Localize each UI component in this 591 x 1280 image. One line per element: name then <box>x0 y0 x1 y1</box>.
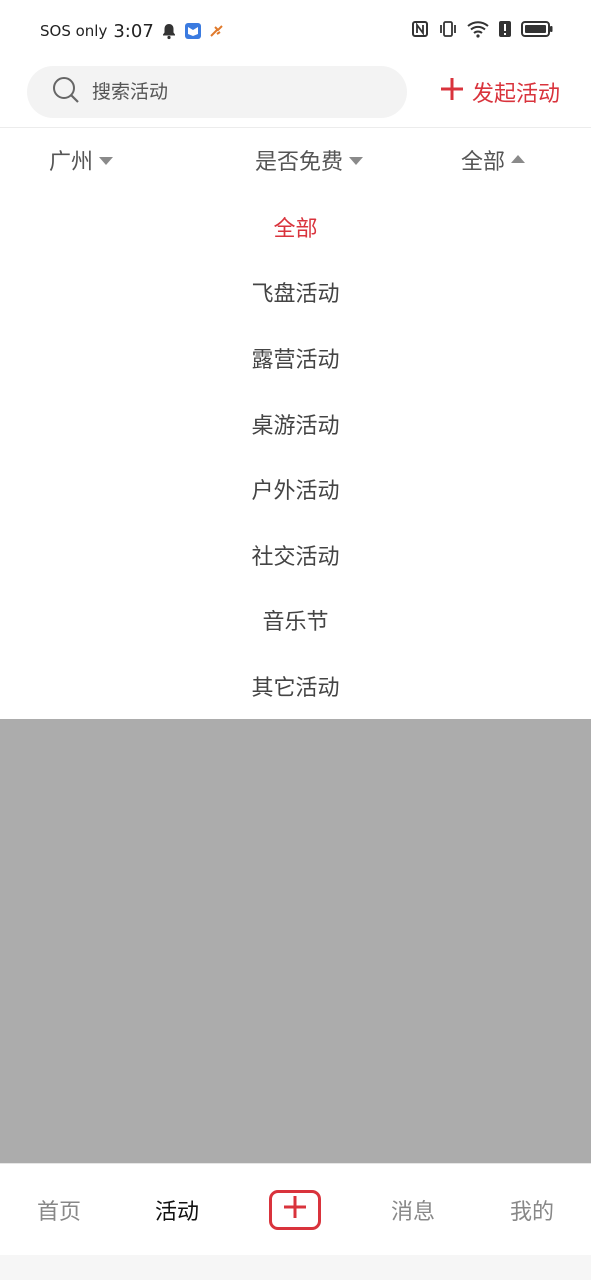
nav-activity[interactable]: 活动 <box>138 1164 216 1256</box>
free-filter[interactable]: 是否免费 <box>255 128 364 192</box>
plus-icon <box>282 1194 308 1226</box>
alert-icon <box>498 20 512 42</box>
add-box <box>269 1190 321 1230</box>
city-filter[interactable]: 广州 <box>49 128 114 192</box>
carrier-text: SOS only <box>40 22 108 40</box>
search-row: 发起活动 <box>0 66 591 118</box>
plus-icon <box>440 77 464 107</box>
nav-messages[interactable]: 消息 <box>374 1164 452 1256</box>
search-box[interactable] <box>27 66 407 118</box>
category-dropdown: 全部 飞盘活动 露营活动 桌游活动 户外活动 社交活动 音乐节 其它活动 <box>0 194 591 719</box>
city-filter-label: 广州 <box>49 150 94 175</box>
wifi-icon <box>467 20 489 42</box>
clock: 3:07 <box>113 20 154 42</box>
search-icon <box>52 76 80 108</box>
option-music-festival[interactable]: 音乐节 <box>0 588 591 654</box>
option-outdoor[interactable]: 户外活动 <box>0 456 591 522</box>
battery-icon <box>521 20 553 42</box>
bottom-nav: 首页 活动 消息 我的 <box>0 1163 591 1255</box>
search-input[interactable] <box>92 81 372 103</box>
status-left: SOS only 3:07 <box>40 21 226 42</box>
launch-activity-label: 发起活动 <box>472 82 561 107</box>
app-icon-2 <box>208 22 226 40</box>
nav-me[interactable]: 我的 <box>493 1164 571 1256</box>
caret-up-icon <box>511 155 526 163</box>
filter-bar: 广州 是否免费 全部 <box>0 128 591 192</box>
bell-icon <box>160 22 178 40</box>
category-filter-label: 全部 <box>461 150 506 175</box>
free-filter-label: 是否免费 <box>255 150 344 175</box>
option-boardgame[interactable]: 桌游活动 <box>0 391 591 457</box>
option-frisbee[interactable]: 飞盘活动 <box>0 260 591 326</box>
status-bar: SOS only 3:07 <box>0 0 591 62</box>
vibrate-icon <box>438 20 458 42</box>
category-filter[interactable]: 全部 <box>461 128 526 192</box>
option-all[interactable]: 全部 <box>0 194 591 260</box>
nfc-icon <box>411 20 429 42</box>
gesture-bar <box>0 1255 591 1280</box>
status-right <box>411 20 553 42</box>
nav-home[interactable]: 首页 <box>20 1164 98 1256</box>
launch-activity-button[interactable]: 发起活动 <box>440 66 560 118</box>
option-social[interactable]: 社交活动 <box>0 522 591 588</box>
nav-add-button[interactable] <box>266 1164 324 1256</box>
caret-down-icon <box>99 157 114 165</box>
caret-down-icon <box>349 157 364 165</box>
dim-overlay[interactable] <box>0 719 591 1163</box>
app-icon <box>184 22 202 40</box>
option-camping[interactable]: 露营活动 <box>0 325 591 391</box>
option-other[interactable]: 其它活动 <box>0 653 591 719</box>
